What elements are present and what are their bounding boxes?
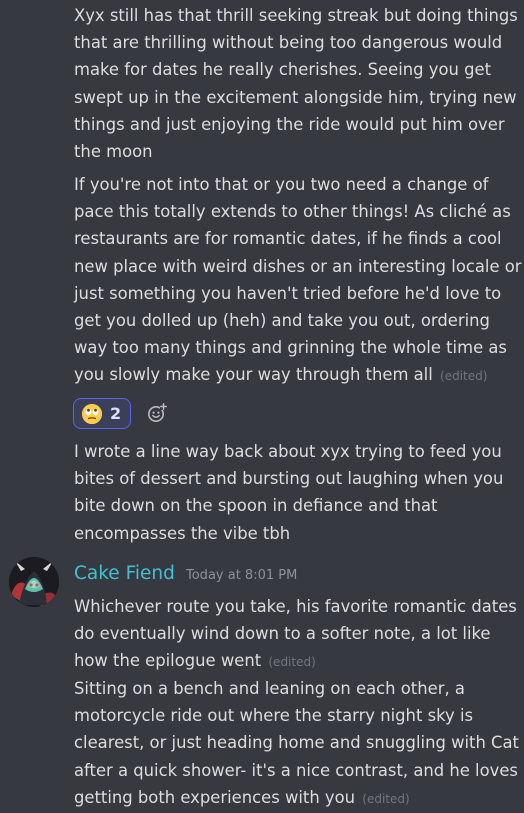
edited-label: (edited) — [362, 791, 410, 806]
message-timestamp: Today at 8:01 PM — [186, 568, 298, 583]
reaction-button[interactable]: 2 — [73, 398, 131, 429]
message-text: Whichever route you take, his favorite r… — [74, 593, 524, 677]
message-text: I wrote a line way back about xyx trying… — [74, 442, 504, 543]
reaction-count: 2 — [110, 404, 122, 423]
add-reaction-icon[interactable] — [147, 403, 167, 423]
username[interactable]: Cake Fiend — [74, 563, 175, 584]
message-body: If you're not into that or you two need … — [74, 175, 522, 385]
face-with-rolling-eyes-emoji-icon — [82, 403, 102, 424]
edited-label: (edited) — [268, 655, 316, 670]
message-text: Sitting on a bench and leaning on each o… — [74, 675, 524, 813]
message-text: If you're not into that or you two need … — [74, 171, 524, 391]
edited-label: (edited) — [440, 369, 488, 384]
message-body: Sitting on a bench and leaning on each o… — [74, 679, 519, 807]
avatar[interactable] — [9, 557, 59, 607]
message-text: Xyx still has that thrill seeking streak… — [74, 6, 518, 162]
